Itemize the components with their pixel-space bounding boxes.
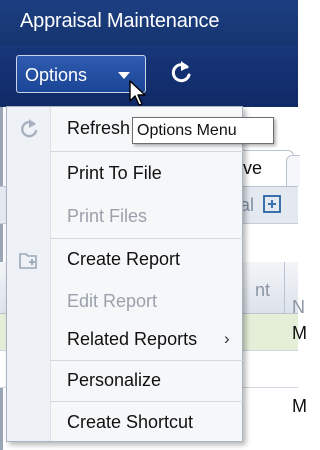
menu-item-personalize[interactable]: Personalize (7, 361, 242, 401)
create-report-icon (19, 253, 37, 269)
menu-item-label: Related Reports (67, 329, 198, 349)
export-icon[interactable] (262, 194, 282, 214)
menu-item-print-files: Print Files (7, 197, 242, 237)
menu-item-label: Personalize (67, 370, 162, 390)
tab-inactive[interactable] (286, 155, 300, 186)
menu-item-related-reports[interactable]: Related Reports › (7, 320, 242, 360)
tab-label: ve (243, 158, 263, 178)
title-bar: Appraisal Maintenance (0, 0, 298, 45)
menu-item-label: Edit Report (67, 291, 158, 311)
options-button[interactable]: Options (16, 55, 146, 93)
refresh-icon[interactable] (168, 59, 194, 87)
menu-item-label: Create Shortcut (67, 412, 194, 432)
menu-item-label: Refresh (67, 118, 131, 138)
menu-item-print-to-file[interactable]: Print To File (7, 154, 242, 194)
window-title: Appraisal Maintenance (20, 10, 220, 32)
refresh-icon (21, 119, 38, 138)
table-cell: M (292, 396, 307, 416)
menu-item-label: Create Report (67, 249, 181, 269)
menu-item-label: Print Files (67, 206, 148, 226)
options-button-label: Options (25, 65, 88, 85)
menu-item-create-shortcut[interactable]: Create Shortcut (7, 403, 242, 443)
menu-separator (50, 238, 243, 239)
chevron-right-icon: › (224, 329, 230, 348)
options-menu-tooltip: Options Menu (132, 117, 274, 144)
menu-item-label: Print To File (67, 163, 162, 183)
options-menu: Refresh Print To File Print Files Create… (6, 106, 243, 442)
column-header-fragment: nt (255, 280, 271, 300)
mouse-cursor-icon (129, 80, 146, 106)
menu-separator (50, 151, 243, 152)
chevron-down-icon (118, 72, 130, 79)
table-cell: M (292, 323, 307, 343)
tooltip-text: Options Menu (137, 122, 237, 139)
menu-item-edit-report: Edit Report (7, 282, 242, 322)
menu-item-create-report[interactable]: Create Report (7, 240, 242, 280)
column-divider (284, 262, 285, 314)
menu-separator (50, 401, 243, 402)
